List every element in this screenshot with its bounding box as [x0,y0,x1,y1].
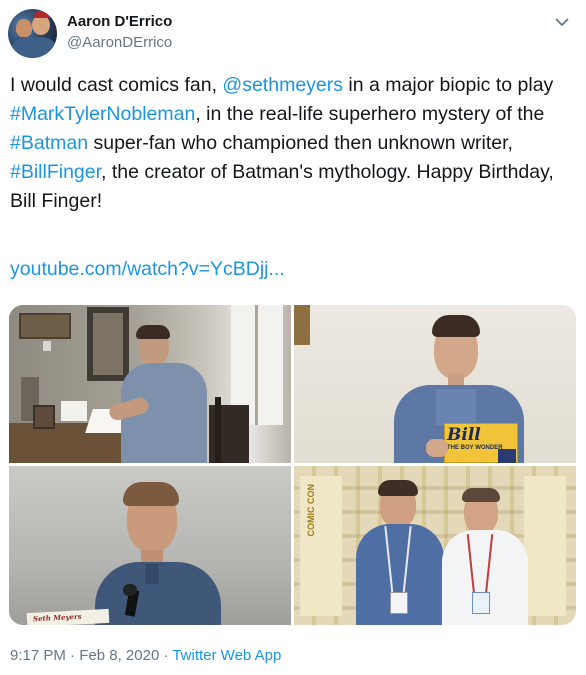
author-handle[interactable]: @AaronDErrico [67,34,172,51]
separator: · [159,647,173,664]
mention-link[interactable]: @sethmeyers [222,74,343,96]
avatar[interactable] [8,9,57,58]
author-display-name[interactable]: Aaron D'Errico [67,13,172,30]
tweet-text: I would cast comics fan, @sethmeyers in … [10,71,580,216]
tweet-date[interactable]: Feb 8, 2020 [79,647,159,664]
youtube-link[interactable]: youtube.com/watch?v=YcBDjj... [10,255,285,284]
photo-man-reading[interactable] [9,305,291,463]
tweet-text-part: , in the real-life superhero mystery of … [195,103,550,125]
photo-seth-meyers-podium[interactable]: Seth Meyers [9,466,291,625]
tweet-text-part: I would cast comics fan, [10,74,223,96]
book-title: Bill [447,425,481,445]
photo-author-with-book[interactable]: Bill THE BOY WONDER [294,305,576,463]
hashtag-link[interactable]: #BillFinger [10,161,101,183]
tweet: Aaron D'Errico @AaronDErrico I would cas… [0,0,586,675]
hashtag-link[interactable]: #Batman [10,132,88,154]
banner-text: COMIC CON [306,484,316,537]
tweet-text-part: in a major biopic to play [343,74,559,96]
book-subtitle: THE BOY WONDER [447,445,503,451]
media-grid: Bill THE BOY WONDER Seth Meyers COMIC CO… [9,305,576,625]
tweet-time[interactable]: 9:17 PM [10,647,66,664]
tweet-text-part: super-fan who championed then unknown wr… [88,132,519,154]
chevron-down-icon[interactable] [552,12,572,32]
photo-comic-con[interactable]: COMIC CON [294,466,576,625]
source-app-link[interactable]: Twitter Web App [172,647,281,664]
separator: · [65,647,80,664]
hashtag-link[interactable]: #MarkTylerNobleman [10,103,195,125]
tweet-footer: 9:17 PM · Feb 8, 2020 · Twitter Web App [10,647,281,664]
